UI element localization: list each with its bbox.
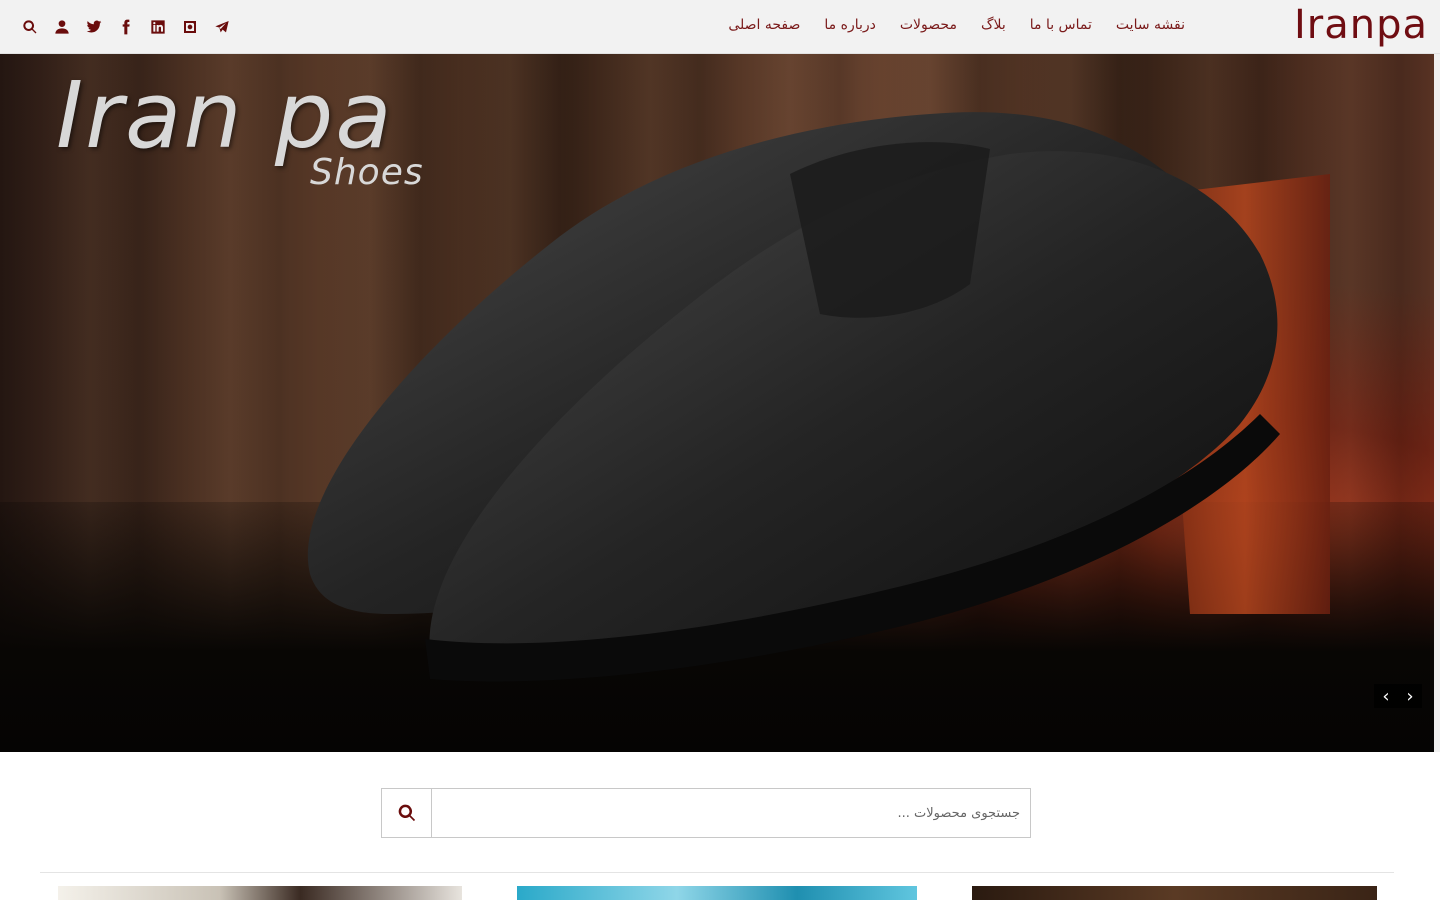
slider-next-button[interactable]: › [1398,684,1422,708]
instagram-icon[interactable] [174,12,206,42]
telegram-icon[interactable] [206,12,238,42]
hero-slider: Iran pa Shoes ‹ › [0,54,1434,752]
section-divider [40,872,1394,873]
site-logo[interactable]: Iranpa [1294,4,1428,46]
header-icons [14,12,238,42]
site-header: صفحه اصلی درباره ما محصولات بلاگ تماس با… [0,0,1440,54]
slider-controls: ‹ › [1374,684,1422,708]
user-icon[interactable] [46,12,78,42]
nav-home[interactable]: صفحه اصلی [728,17,800,33]
hero-brand: Iran pa Shoes [56,62,423,194]
facebook-icon[interactable] [110,12,142,42]
search-icon [398,804,415,822]
nav-sitemap[interactable]: نقشه سایت [1116,17,1185,33]
product-thumbnail[interactable] [517,886,917,900]
hero-brand-main: Iran pa [56,62,394,169]
search-submit-button[interactable] [382,789,432,837]
hero-brand-sub: Shoes [310,152,424,193]
nav-blog[interactable]: بلاگ [981,17,1006,33]
product-thumbnail[interactable] [58,886,462,900]
search-icon[interactable] [14,12,46,42]
main-nav: صفحه اصلی درباره ما محصولات بلاگ تماس با… [704,0,1185,50]
search-input[interactable] [432,789,1030,837]
nav-about[interactable]: درباره ما [824,17,875,33]
nav-contact[interactable]: تماس با ما [1030,17,1092,33]
linkedin-icon[interactable] [142,12,174,42]
page-scrollbar[interactable] [1434,54,1440,752]
product-search [381,788,1031,838]
product-thumbnail[interactable] [972,886,1377,900]
twitter-icon[interactable] [78,12,110,42]
logo-text: Iranpa [1293,2,1428,48]
slider-prev-button[interactable]: ‹ [1374,684,1398,708]
nav-products[interactable]: محصولات [900,17,957,33]
